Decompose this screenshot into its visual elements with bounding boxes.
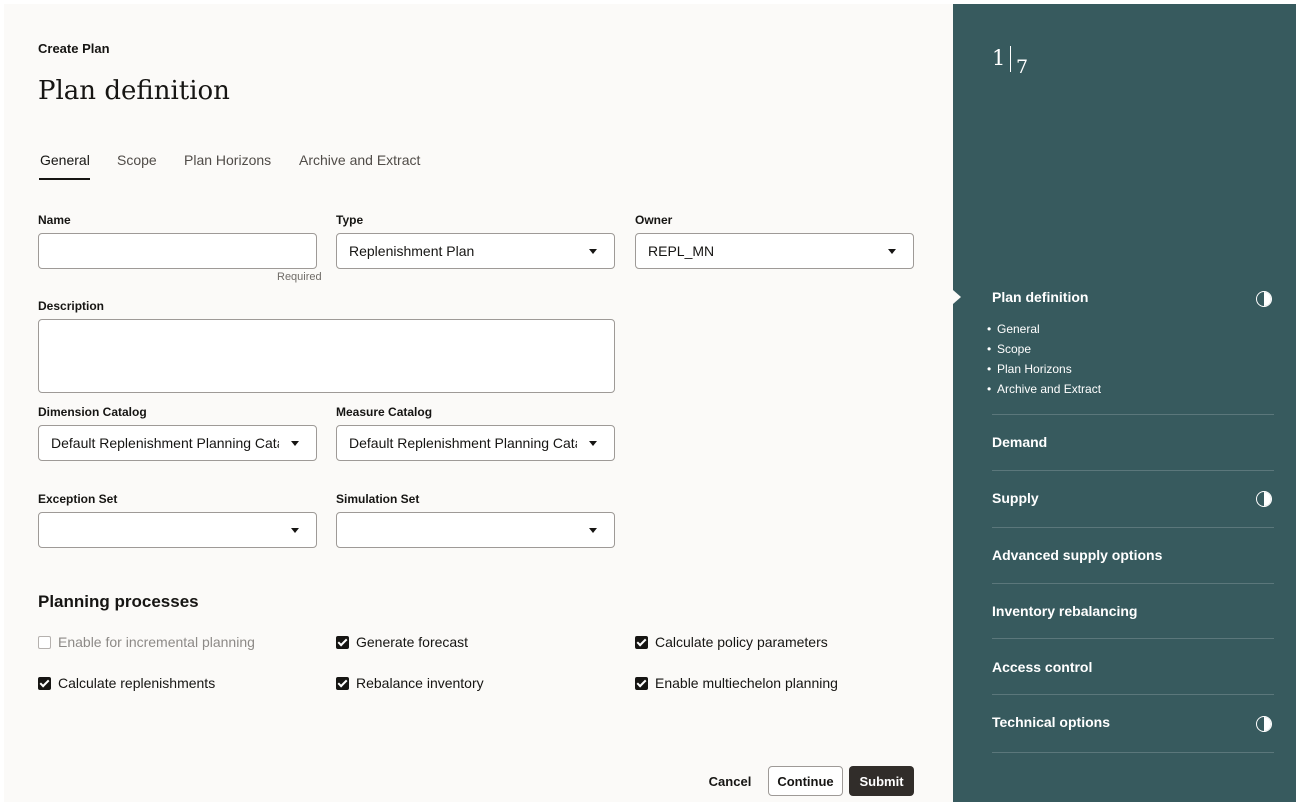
name-input[interactable] — [39, 234, 316, 268]
owner-select[interactable]: REPL_MN — [635, 233, 914, 269]
step-supply[interactable]: Supply — [992, 490, 1039, 506]
page-title: Plan definition — [38, 76, 230, 106]
owner-value: REPL_MN — [648, 243, 715, 259]
step-advanced-supply-options[interactable]: Advanced supply options — [992, 547, 1162, 563]
divider — [992, 414, 1274, 415]
type-value: Replenishment Plan — [349, 243, 475, 259]
simulation-set-label: Simulation Set — [336, 492, 420, 506]
checkbox-checked-icon — [635, 676, 648, 690]
checkbox-checked-icon — [38, 676, 51, 690]
tab-plan-horizons[interactable]: Plan Horizons — [184, 152, 271, 168]
checkbox-rebalance-inventory[interactable]: Rebalance inventory — [336, 673, 484, 693]
substep-archive-and-extract[interactable]: Archive and Extract — [987, 382, 1101, 396]
exception-set-select[interactable] — [38, 512, 317, 548]
checkbox-enable-incremental-planning[interactable]: Enable for incremental planning — [38, 632, 255, 652]
divider — [992, 583, 1274, 584]
measure-catalog-select[interactable]: Default Replenishment Planning Catal — [336, 425, 615, 461]
step-counter-divider — [1010, 46, 1011, 72]
name-required-hint: Required — [277, 271, 322, 283]
checkbox-enable-multiechelon-planning[interactable]: Enable multiechelon planning — [635, 673, 838, 693]
create-plan-dialog: Create Plan Plan definition General Scop… — [4, 4, 1296, 802]
step-inventory-rebalancing[interactable]: Inventory rebalancing — [992, 603, 1137, 619]
tab-general[interactable]: General — [40, 152, 90, 168]
chevron-down-icon — [888, 249, 896, 254]
exception-set-label: Exception Set — [38, 492, 118, 506]
breadcrumb: Create Plan — [38, 41, 110, 56]
checkbox-checked-icon — [635, 635, 648, 649]
checkbox-checked-icon — [336, 635, 349, 649]
chevron-down-icon — [589, 441, 597, 446]
tab-archive-and-extract[interactable]: Archive and Extract — [299, 152, 420, 168]
tab-scope[interactable]: Scope — [117, 152, 157, 168]
chevron-down-icon — [589, 528, 597, 533]
checkbox-label: Enable multiechelon planning — [655, 675, 838, 691]
active-step-pointer — [953, 290, 961, 304]
checkbox-unchecked-icon — [38, 635, 51, 649]
total-steps-number: 7 — [1016, 56, 1029, 78]
half-circle-icon — [1256, 291, 1272, 307]
current-step-number: 1 — [992, 46, 1006, 70]
owner-label: Owner — [635, 213, 673, 227]
name-field[interactable] — [38, 233, 317, 269]
dimension-catalog-label: Dimension Catalog — [38, 405, 147, 419]
description-label: Description — [38, 299, 105, 313]
checkbox-label: Generate forecast — [356, 634, 469, 650]
main-panel: Create Plan Plan definition General Scop… — [4, 4, 953, 802]
divider — [992, 638, 1274, 639]
step-plan-definition[interactable]: Plan definition — [992, 289, 1088, 305]
checkbox-label: Enable for incremental planning — [58, 634, 255, 650]
checkbox-generate-forecast[interactable]: Generate forecast — [336, 632, 468, 652]
divider — [992, 752, 1274, 753]
divider — [992, 527, 1274, 528]
active-tab-indicator — [39, 178, 90, 180]
dimension-catalog-value: Default Replenishment Planning Catal — [51, 435, 279, 451]
measure-catalog-value: Default Replenishment Planning Catal — [349, 435, 577, 451]
step-access-control[interactable]: Access control — [992, 659, 1092, 675]
type-label: Type — [336, 213, 364, 227]
name-label: Name — [38, 213, 71, 227]
checkbox-label: Calculate policy parameters — [655, 634, 828, 650]
chevron-down-icon — [291, 528, 299, 533]
substep-general[interactable]: General — [987, 322, 1040, 336]
chevron-down-icon — [589, 249, 597, 254]
continue-button[interactable]: Continue — [768, 766, 843, 796]
step-navigation-panel: 1 7 Plan definition General Scope Plan H… — [953, 4, 1296, 802]
half-circle-icon — [1256, 491, 1272, 507]
divider — [992, 470, 1274, 471]
step-technical-options[interactable]: Technical options — [992, 714, 1110, 730]
divider — [992, 694, 1274, 695]
submit-button[interactable]: Submit — [849, 766, 914, 796]
step-demand[interactable]: Demand — [992, 434, 1047, 450]
cancel-button[interactable]: Cancel — [706, 766, 754, 796]
half-circle-icon — [1256, 716, 1272, 732]
chevron-down-icon — [291, 441, 299, 446]
dimension-catalog-select[interactable]: Default Replenishment Planning Catal — [38, 425, 317, 461]
checkbox-checked-icon — [336, 676, 349, 690]
checkbox-calculate-policy-parameters[interactable]: Calculate policy parameters — [635, 632, 828, 652]
type-select[interactable]: Replenishment Plan — [336, 233, 615, 269]
checkbox-label: Rebalance inventory — [356, 675, 484, 691]
measure-catalog-label: Measure Catalog — [336, 405, 433, 419]
checkbox-label: Calculate replenishments — [58, 675, 216, 691]
planning-processes-title: Planning processes — [38, 592, 199, 611]
checkbox-calculate-replenishments[interactable]: Calculate replenishments — [38, 673, 215, 693]
substep-scope[interactable]: Scope — [987, 342, 1031, 356]
description-textarea[interactable] — [38, 319, 615, 393]
simulation-set-select[interactable] — [336, 512, 615, 548]
substep-plan-horizons[interactable]: Plan Horizons — [987, 362, 1072, 376]
